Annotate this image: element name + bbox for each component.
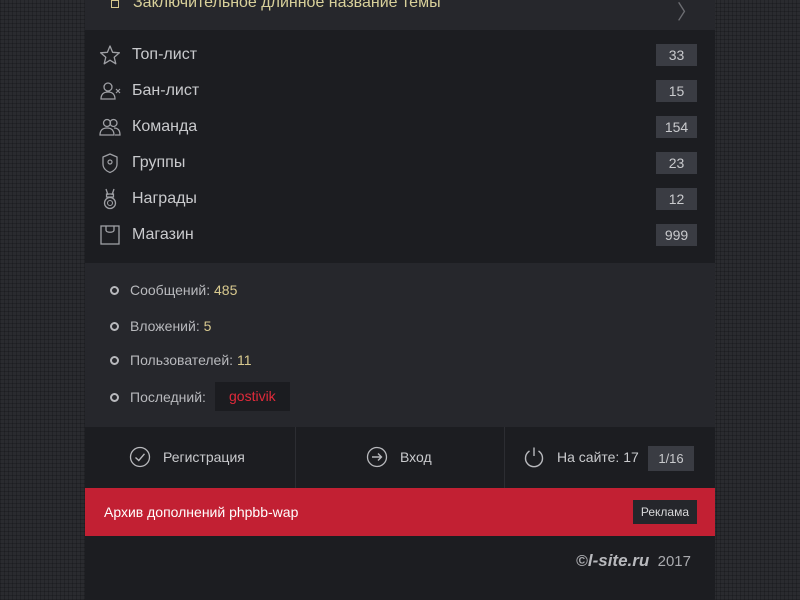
user-ban-icon [99, 80, 121, 102]
bullet-circle-icon [110, 322, 119, 331]
topic-row[interactable]: Заключительное длинное название темы 〉 [85, 0, 715, 30]
topic-bullet-icon [111, 0, 119, 8]
menu-item-count: 15 [656, 80, 697, 102]
chevron-right-icon: 〉 [677, 2, 697, 24]
menu-item-label: Бан-лист [132, 82, 200, 99]
menu-item-label: Награды [132, 190, 197, 207]
brand-link[interactable]: l-site.ru [588, 551, 649, 570]
topic-title[interactable]: Заключительное длинное название темы [133, 0, 441, 12]
menu-item-count: 999 [656, 224, 697, 246]
check-circle-icon [129, 446, 151, 468]
online-label: На сайте: 17 [557, 449, 639, 465]
bullet-circle-icon [110, 356, 119, 365]
menu-item-shop[interactable]: Магазин 999 [85, 217, 715, 253]
menu-item-label: Магазин [132, 226, 194, 243]
menu-item-team[interactable]: Команда 154 [85, 109, 715, 145]
stat-value: 11 [236, 352, 252, 368]
menu-list: Топ-лист 33 Бан-лист 15 Команда 154 Груп… [85, 37, 715, 253]
menu-item-awards[interactable]: Награды 12 [85, 181, 715, 217]
medal-icon [99, 188, 121, 210]
action-bar: Регистрация Вход На сайте: 17 1/16 [85, 427, 715, 488]
stat-label: Сообщений: [130, 282, 211, 298]
register-label: Регистрация [163, 449, 245, 465]
copyright-year: 2017 [657, 553, 691, 570]
shop-bag-icon [99, 224, 121, 246]
login-arrow-icon [366, 446, 388, 468]
menu-item-groups[interactable]: Группы 23 [85, 145, 715, 181]
online-button[interactable]: На сайте: 17 1/16 [505, 427, 715, 488]
menu-item-count: 154 [656, 116, 697, 138]
menu-item-label: Команда [132, 118, 198, 135]
footer: ©l-site.ru 2017 [85, 536, 715, 600]
online-ratio-badge: 1/16 [648, 446, 694, 471]
register-button[interactable]: Регистрация [85, 427, 296, 488]
menu-item-count: 33 [656, 44, 697, 66]
menu-item-top-list[interactable]: Топ-лист 33 [85, 37, 715, 73]
team-icon [99, 116, 121, 138]
stat-value: 5 [203, 318, 212, 334]
star-icon [99, 44, 121, 66]
stat-label: Вложений: [130, 318, 200, 334]
bullet-circle-icon [110, 286, 119, 295]
last-user-link[interactable]: gostivik [215, 382, 290, 411]
banner-text[interactable]: Архив дополнений phpbb-wap [104, 504, 298, 520]
menu-item-label: Группы [132, 154, 186, 171]
copyright-symbol: © [576, 553, 588, 570]
ad-badge: Реклама [632, 500, 697, 524]
power-icon [523, 446, 545, 468]
forum-stats: Сообщений: 485 Вложений: 5 Пользователей… [85, 263, 715, 427]
bullet-circle-icon [110, 393, 119, 402]
ad-banner[interactable]: Архив дополнений phpbb-wap Реклама [85, 488, 715, 536]
menu-item-label: Топ-лист [132, 46, 198, 63]
stat-label: Пользователей: [130, 352, 234, 368]
stat-label: Последний: [130, 389, 206, 405]
menu-item-count: 23 [656, 152, 697, 174]
shield-icon [99, 152, 121, 174]
stat-value: 485 [214, 282, 238, 298]
menu-item-ban-list[interactable]: Бан-лист 15 [85, 73, 715, 109]
login-button[interactable]: Вход [296, 427, 505, 488]
copyright: ©l-site.ru 2017 [576, 551, 691, 571]
page-container: Заключительное длинное название темы 〉 Т… [85, 0, 715, 600]
menu-item-count: 12 [656, 188, 697, 210]
login-label: Вход [400, 449, 432, 465]
